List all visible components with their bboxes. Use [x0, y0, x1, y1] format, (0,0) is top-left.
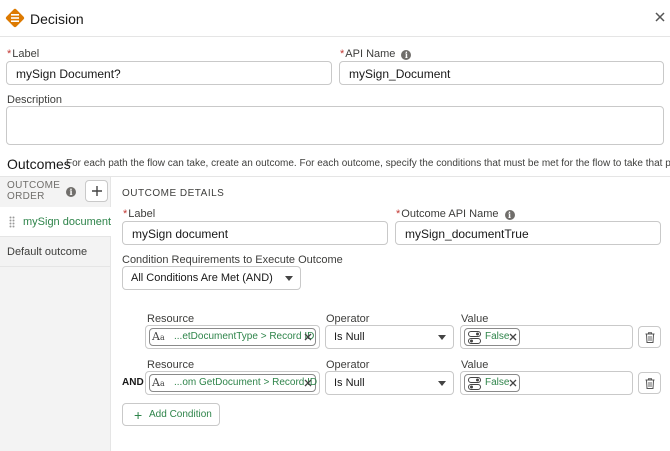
add-condition-label: Add Condition — [149, 409, 212, 420]
value-pill-text: False — [485, 331, 510, 342]
condition-connector-label: AND — [122, 377, 144, 388]
resource-combobox[interactable]: Aa ...etDocumentType > Record ID — [145, 325, 320, 349]
sidebar-item-default-outcome[interactable]: Default outcome — [0, 237, 111, 267]
resource-pill[interactable]: Aa ...om GetDocument > Record ID — [149, 374, 318, 392]
resource-label: Resource — [147, 313, 195, 325]
value-combobox[interactable]: False — [460, 371, 633, 395]
api-name-input[interactable]: mySign_Document — [339, 61, 664, 85]
toggle-icon — [468, 331, 481, 344]
condition-requirements-value: All Conditions Are Met (AND) — [131, 272, 273, 284]
value-pill-text: False — [485, 377, 510, 388]
delete-condition-button[interactable] — [638, 372, 661, 394]
operator-label: Operator — [326, 359, 370, 371]
label-field-label: *Label — [7, 48, 40, 60]
operator-select[interactable]: Is Null — [325, 371, 454, 395]
operator-select[interactable]: Is Null — [325, 325, 454, 349]
description-field-label: Description — [7, 94, 63, 106]
value-combobox[interactable]: False — [460, 325, 633, 349]
remove-icon[interactable] — [303, 332, 313, 342]
outcome-label-field-label: *Label — [123, 208, 156, 220]
operator-value: Is Null — [334, 331, 365, 343]
chevron-down-icon — [285, 276, 293, 281]
remove-icon[interactable] — [303, 378, 313, 388]
info-icon[interactable]: i — [401, 50, 412, 60]
delete-condition-button[interactable] — [638, 326, 661, 348]
plus-icon: + — [134, 407, 143, 423]
value-pill[interactable]: False — [464, 374, 520, 392]
outcome-api-name-input[interactable]: mySign_documentTrue — [395, 221, 661, 245]
resource-label: Resource — [147, 359, 195, 371]
trash-icon — [645, 378, 655, 389]
remove-icon[interactable] — [508, 378, 518, 388]
modal-title: Decision — [30, 11, 84, 27]
label-input[interactable]: mySign Document? — [6, 61, 332, 85]
toggle-icon — [468, 377, 481, 390]
info-icon[interactable]: i — [66, 187, 76, 197]
value-pill[interactable]: False — [464, 328, 520, 346]
condition-requirements-label: Condition Requirements to Execute Outcom… — [122, 254, 343, 266]
api-name-field-label: *API Name i — [340, 48, 412, 60]
close-icon[interactable] — [654, 11, 666, 23]
value-label: Value — [461, 313, 489, 325]
sidebar-item-label: Default outcome — [7, 246, 88, 258]
outcome-details-heading: OUTCOME DETAILS — [122, 188, 225, 199]
condition-requirements-select[interactable]: All Conditions Are Met (AND) — [122, 266, 301, 290]
text-type-icon: Aa — [152, 330, 165, 343]
remove-icon[interactable] — [508, 332, 518, 342]
info-icon[interactable]: i — [504, 210, 515, 220]
drag-handle-icon[interactable] — [9, 216, 15, 228]
outcomes-help-text: For each path the flow can take, create … — [66, 158, 670, 169]
modal-header: Decision — [0, 0, 670, 37]
chevron-down-icon — [438, 335, 446, 340]
add-condition-button[interactable]: + Add Condition — [122, 403, 220, 426]
trash-icon — [645, 332, 655, 343]
outcome-order-label: OUTCOME ORDER — [7, 180, 61, 202]
sidebar-item-label: mySign document — [23, 216, 112, 228]
outcomes-title: Outcomes — [7, 156, 71, 172]
operator-value: Is Null — [334, 377, 365, 389]
text-type-icon: Aa — [152, 376, 165, 389]
add-outcome-button[interactable] — [85, 180, 108, 202]
resource-combobox[interactable]: Aa ...om GetDocument > Record ID — [145, 371, 320, 395]
decision-diamond-icon — [5, 8, 25, 28]
resource-pill-text: ...om GetDocument > Record ID — [174, 377, 318, 388]
value-label: Value — [461, 359, 489, 371]
operator-label: Operator — [326, 313, 370, 325]
outcome-label-input[interactable]: mySign document — [122, 221, 388, 245]
outcome-api-name-field-label: *Outcome API Name i — [396, 208, 515, 220]
resource-pill-text: ...etDocumentType > Record ID — [174, 331, 315, 342]
resource-pill[interactable]: Aa ...etDocumentType > Record ID — [149, 328, 316, 346]
sidebar-item-mysign-document[interactable]: mySign document — [0, 207, 111, 237]
description-textarea[interactable] — [6, 106, 664, 145]
plus-icon — [92, 186, 102, 196]
chevron-down-icon — [438, 381, 446, 386]
